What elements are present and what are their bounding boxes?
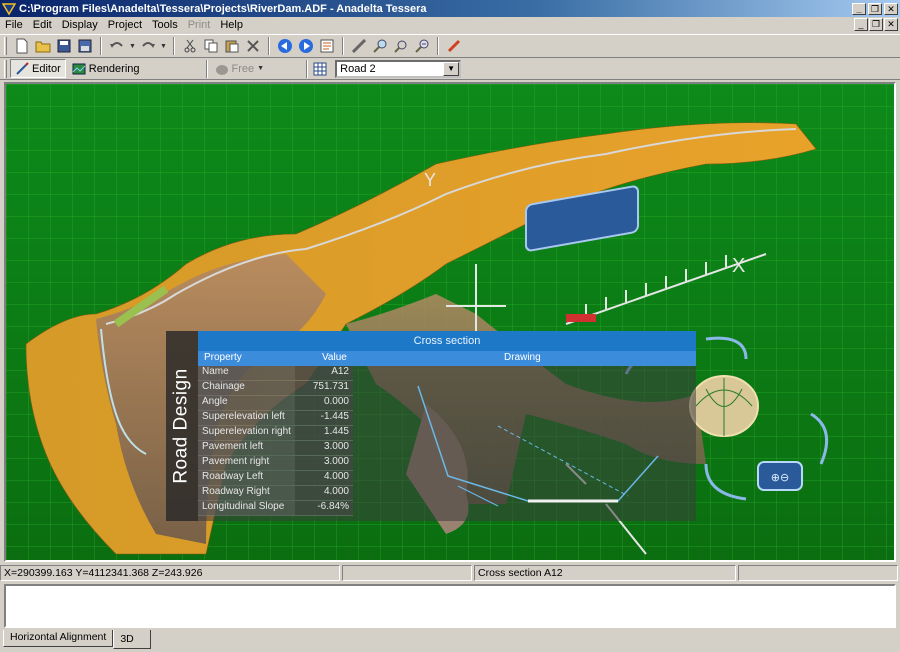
nav-pad: ⊕⊖ <box>757 461 803 491</box>
table-row[interactable]: Roadway Right 4.000 <box>198 486 353 501</box>
zoom-window-icon[interactable] <box>392 37 410 55</box>
rendering-icon <box>72 63 86 74</box>
zoom-icon[interactable] <box>371 37 389 55</box>
x-axis-label: X <box>732 255 745 277</box>
mdi-restore-button[interactable]: ❐ <box>869 18 883 31</box>
restore-button[interactable]: ❐ <box>868 2 882 15</box>
paste-icon[interactable] <box>223 37 241 55</box>
pen-icon[interactable] <box>445 37 463 55</box>
svg-text:⊕⊖: ⊕⊖ <box>771 471 789 484</box>
status-pane-2 <box>342 565 472 581</box>
menu-edit[interactable]: Edit <box>28 19 57 31</box>
cross-section-header: Cross section <box>198 331 696 351</box>
title-bar: C:\Program Files\Anadelta\Tessera\Projec… <box>0 0 900 17</box>
tab-horizontal-alignment[interactable]: Horizontal Alignment <box>3 630 114 647</box>
mdi-minimize-button[interactable]: _ <box>854 18 868 31</box>
menu-bar: File Edit Display Project Tools Print He… <box>0 17 900 33</box>
table-row[interactable]: Longitudinal Slope -6.84% <box>198 501 353 516</box>
properties-icon[interactable] <box>318 37 336 55</box>
mdi-close-button[interactable]: ✕ <box>884 18 898 31</box>
delete-icon[interactable] <box>244 37 262 55</box>
table-row[interactable]: Pavement right 3.000 <box>198 456 353 471</box>
toolbar-separator <box>268 37 270 55</box>
mode-toolbar: Editor Rendering Free ▼ Road 2 ▼ <box>0 58 900 80</box>
tab-3d[interactable]: 3D <box>113 630 152 649</box>
status-pane-4 <box>738 565 898 581</box>
toolbar-grip[interactable] <box>4 37 7 55</box>
table-row[interactable]: Superelevation right 1.445 <box>198 426 353 441</box>
view-tabs: Horizontal Alignment 3D <box>0 630 900 652</box>
app-icon[interactable] <box>2 2 16 16</box>
col-drawing: Drawing <box>504 352 541 363</box>
table-row[interactable]: Angle 0.000 <box>198 396 353 411</box>
compass <box>689 375 759 437</box>
output-pane[interactable] <box>4 584 896 628</box>
toolbar-separator <box>173 37 175 55</box>
y-axis-label: Y <box>424 170 436 190</box>
chevron-down-icon[interactable]: ▼ <box>443 61 460 76</box>
toolbar-separator <box>100 37 102 55</box>
cut-icon[interactable] <box>181 37 199 55</box>
3d-viewport[interactable]: Y X ⊕⊖ Road Design Cross section Propert… <box>4 82 896 562</box>
save-icon[interactable] <box>55 37 73 55</box>
close-button[interactable]: ✕ <box>884 2 898 15</box>
cross-section-panel: Road Design Cross section Property Value… <box>166 331 696 521</box>
table-row[interactable]: Chainage 751.731 <box>198 381 353 396</box>
cross-section-body: Name A12 Chainage 751.731 Angle 0.000 Super… <box>198 366 696 521</box>
menu-print[interactable]: Print <box>183 19 216 31</box>
main-toolbar: ▼ ▼ <box>0 34 900 58</box>
new-icon[interactable] <box>13 37 31 55</box>
back-icon[interactable] <box>276 37 294 55</box>
menu-help[interactable]: Help <box>215 19 248 31</box>
menu-file[interactable]: File <box>0 19 28 31</box>
editor-mode-label: Editor <box>32 62 61 75</box>
copy-icon[interactable] <box>202 37 220 55</box>
road-select-value: Road 2 <box>340 62 376 75</box>
measure-icon[interactable] <box>350 37 368 55</box>
undo-icon[interactable] <box>108 37 126 55</box>
free-mode-button[interactable]: Free ▼ <box>211 59 269 78</box>
zoom-out-icon[interactable] <box>413 37 431 55</box>
road-design-sidebar: Road Design <box>166 331 198 521</box>
toolbar-grip[interactable] <box>4 59 7 78</box>
toolbar-separator <box>437 37 439 55</box>
table-row[interactable]: Pavement left 3.000 <box>198 441 353 456</box>
road-design-title: Road Design <box>171 368 192 484</box>
redo-icon[interactable] <box>139 37 157 55</box>
menu-project[interactable]: Project <box>103 19 147 31</box>
toolbar-separator <box>342 37 344 55</box>
table-row[interactable]: Superelevation left -1.445 <box>198 411 353 426</box>
toolbar-separator <box>205 59 208 78</box>
table-row[interactable]: Name A12 <box>198 366 353 381</box>
col-value: Value <box>322 352 347 363</box>
editor-icon <box>16 61 29 75</box>
free-camera-icon <box>215 64 228 75</box>
open-icon[interactable] <box>34 37 52 55</box>
minimize-button[interactable]: _ <box>852 2 866 15</box>
rendering-mode-label: Rendering <box>88 62 140 75</box>
save-as-icon[interactable] <box>76 37 94 55</box>
status-bar: X=290399.163 Y=4112341.368 Z=243.926 Cro… <box>0 565 900 581</box>
rendering-mode-button[interactable]: Rendering <box>68 59 144 78</box>
menu-tools[interactable]: Tools <box>147 19 183 31</box>
table-row[interactable]: Roadway Left 4.000 <box>198 471 353 486</box>
free-mode-label: Free <box>231 62 255 75</box>
status-selection: Cross section A12 <box>474 565 736 581</box>
status-coordinates: X=290399.163 Y=4112341.368 Z=243.926 <box>0 565 340 581</box>
redo-dropdown-icon[interactable]: ▼ <box>160 43 167 50</box>
editor-mode-button[interactable]: Editor <box>10 59 66 78</box>
road-select[interactable]: Road 2 ▼ <box>335 59 462 78</box>
cross-section-drawing <box>417 385 659 507</box>
property-table: Name A12 Chainage 751.731 Angle 0.000 Super… <box>198 366 353 516</box>
toolbar-separator <box>306 59 309 78</box>
cross-section-column-headers: Property Value Drawing <box>198 351 696 366</box>
forward-icon[interactable] <box>297 37 315 55</box>
menu-display[interactable]: Display <box>57 19 103 31</box>
window-title: C:\Program Files\Anadelta\Tessera\Projec… <box>19 2 427 15</box>
undo-dropdown-icon[interactable]: ▼ <box>129 43 136 50</box>
free-dropdown-icon[interactable]: ▼ <box>257 65 264 72</box>
grid-table-icon[interactable] <box>311 60 329 78</box>
col-property: Property <box>204 352 242 363</box>
